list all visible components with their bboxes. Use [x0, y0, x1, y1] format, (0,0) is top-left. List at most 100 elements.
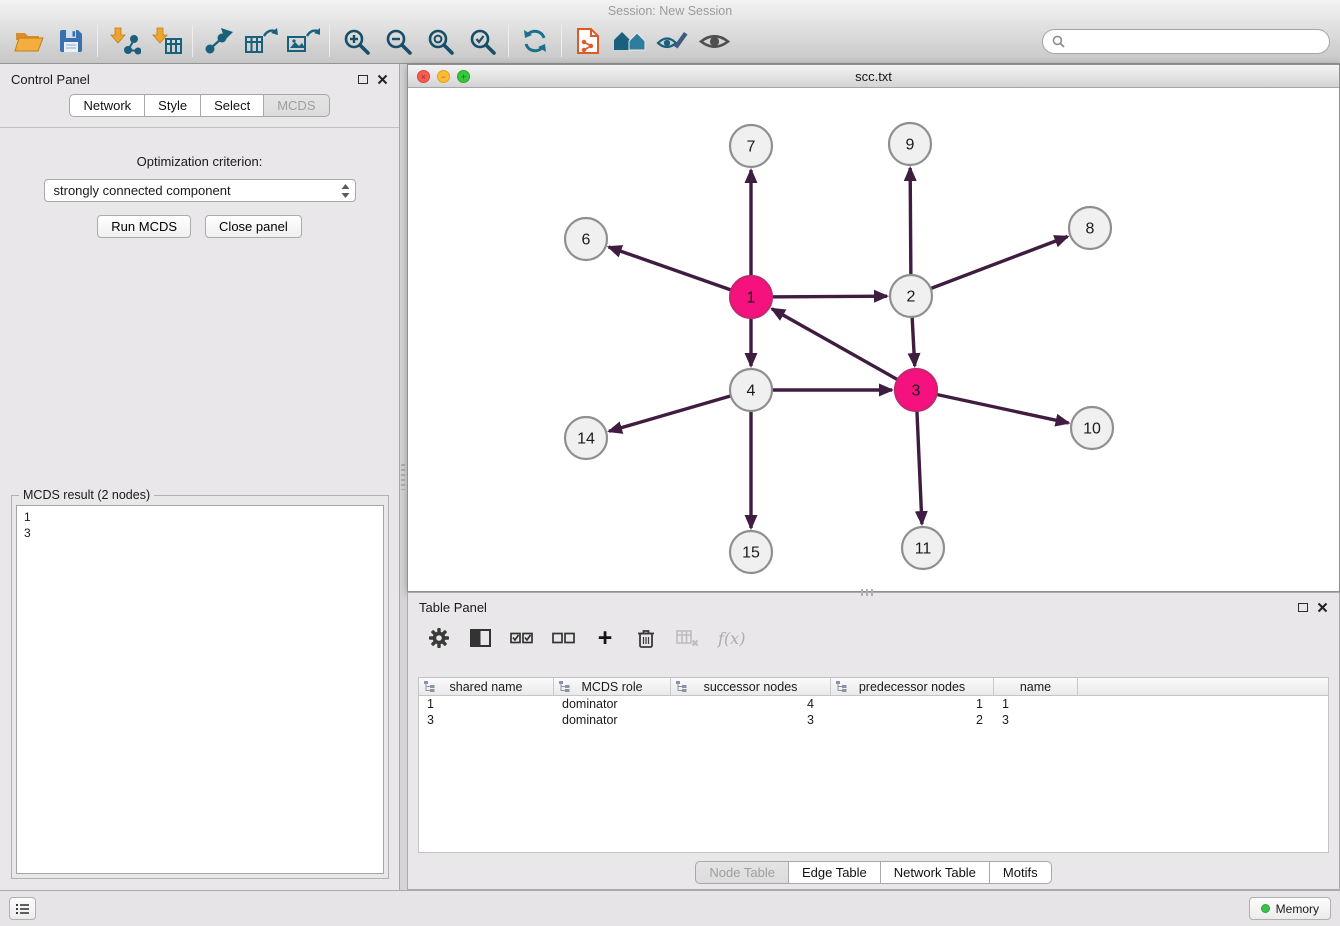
import-network-button[interactable] — [103, 23, 145, 59]
show-panels-button[interactable] — [9, 897, 36, 920]
tab-select[interactable]: Select — [200, 94, 264, 117]
refresh-view-button[interactable] — [514, 23, 556, 59]
cell-successor-nodes[interactable]: 3 — [671, 712, 831, 728]
column-header-successor-nodes[interactable]: successor nodes — [671, 678, 831, 695]
cell-predecessor-nodes[interactable]: 2 — [831, 712, 994, 728]
mcds-result-list[interactable]: 1 3 — [16, 505, 384, 874]
export-image-button[interactable] — [282, 23, 324, 59]
session-document-icon — [575, 27, 601, 55]
show-hide-button[interactable] — [693, 23, 735, 59]
close-panel-button[interactable]: Close panel — [205, 215, 302, 238]
close-table-panel-icon[interactable] — [1317, 602, 1328, 613]
delete-table-icon — [676, 629, 699, 647]
apply-function-button[interactable]: f(x) — [718, 626, 745, 650]
float-panel-icon[interactable] — [358, 75, 368, 84]
home-houses-icon — [613, 28, 647, 54]
criterion-dropdown[interactable]: strongly connected component — [44, 179, 356, 202]
graph-node-3[interactable]: 3 — [895, 369, 937, 411]
tab-motifs[interactable]: Motifs — [989, 861, 1052, 884]
cell-predecessor-nodes[interactable]: 1 — [831, 696, 994, 712]
network-graph[interactable]: 7 9 6 8 1 2 4 3 14 10 15 11 — [408, 88, 1339, 591]
select-all-rows-button[interactable] — [510, 626, 533, 650]
zoom-fit-button[interactable] — [419, 23, 461, 59]
gear-icon — [428, 627, 450, 649]
zoom-selected-button[interactable] — [461, 23, 503, 59]
svg-text:9: 9 — [906, 137, 915, 154]
graph-node-4[interactable]: 4 — [730, 369, 772, 411]
graph-edge-1-6[interactable] — [609, 247, 751, 297]
result-list-item[interactable]: 1 — [17, 509, 383, 525]
tab-network[interactable]: Network — [69, 94, 145, 117]
open-session-button[interactable] — [567, 23, 609, 59]
memory-button[interactable]: Memory — [1249, 897, 1331, 920]
graph-node-2[interactable]: 2 — [890, 275, 932, 317]
add-row-button[interactable]: + — [594, 626, 616, 650]
column-header-shared-name[interactable]: shared name — [419, 678, 554, 695]
split-table-view-button[interactable] — [469, 626, 491, 650]
graph-edge-3-10[interactable] — [916, 390, 1069, 423]
table-panel-splitter[interactable] — [861, 589, 875, 596]
open-folder-button[interactable] — [8, 23, 50, 59]
application-window: Session: New Session — [0, 0, 1340, 926]
trash-icon — [637, 628, 655, 649]
tab-network-table[interactable]: Network Table — [880, 861, 990, 884]
table-row[interactable]: 1 dominator 4 1 1 — [419, 696, 1328, 712]
minimize-window-button[interactable] — [437, 70, 450, 83]
cell-name[interactable]: 1 — [994, 696, 1078, 712]
graph-node-1[interactable]: 1 — [730, 276, 772, 318]
close-window-button[interactable] — [417, 70, 430, 83]
zoom-window-button[interactable] — [457, 70, 470, 83]
table-settings-button[interactable] — [428, 626, 450, 650]
table-panel: Table Panel — [407, 592, 1340, 890]
graph-edge-4-14[interactable] — [609, 390, 751, 431]
export-network-button[interactable] — [198, 23, 240, 59]
tab-mcds[interactable]: MCDS — [263, 94, 329, 117]
graph-node-6[interactable]: 6 — [565, 218, 607, 260]
cell-mcds-role[interactable]: dominator — [554, 696, 671, 712]
close-panel-icon[interactable] — [377, 74, 388, 85]
graph-node-10[interactable]: 10 — [1071, 407, 1113, 449]
search-field[interactable] — [1042, 29, 1330, 54]
column-header-predecessor-nodes[interactable]: predecessor nodes — [831, 678, 994, 695]
float-table-panel-icon[interactable] — [1298, 603, 1308, 612]
graph-node-7[interactable]: 7 — [730, 125, 772, 167]
svg-text:7: 7 — [747, 139, 756, 156]
tab-edge-table[interactable]: Edge Table — [788, 861, 881, 884]
cell-successor-nodes[interactable]: 4 — [671, 696, 831, 712]
network-window-titlebar[interactable]: scc.txt — [408, 65, 1339, 88]
graph-node-9[interactable]: 9 — [889, 123, 931, 165]
result-list-item[interactable]: 3 — [17, 525, 383, 541]
delete-rows-button[interactable] — [635, 626, 657, 650]
graph-node-8[interactable]: 8 — [1069, 207, 1111, 249]
column-header-mcds-role[interactable]: MCDS role — [554, 678, 671, 695]
tab-style[interactable]: Style — [144, 94, 201, 117]
splitter-grip[interactable] — [401, 464, 405, 490]
cell-name[interactable]: 3 — [994, 712, 1078, 728]
save-session-button[interactable] — [50, 23, 92, 59]
table-panel-tabs: Node Table Edge Table Network Table Moti… — [408, 861, 1339, 884]
delete-table-button[interactable] — [676, 626, 699, 650]
column-header-name[interactable]: name — [994, 678, 1078, 695]
panel-splitter[interactable] — [400, 64, 407, 890]
table-row[interactable]: 3 dominator 3 2 3 — [419, 712, 1328, 728]
graph-edge-3-1[interactable] — [772, 309, 916, 390]
deselect-all-rows-button[interactable] — [552, 626, 575, 650]
cell-mcds-role[interactable]: dominator — [554, 712, 671, 728]
network-canvas[interactable]: 7 9 6 8 1 2 4 3 14 10 15 11 — [408, 88, 1339, 591]
set-visual-style-button[interactable] — [651, 23, 693, 59]
graph-node-14[interactable]: 14 — [565, 417, 607, 459]
graph-node-11[interactable]: 11 — [902, 527, 944, 569]
graph-node-15[interactable]: 15 — [730, 531, 772, 573]
zoom-out-button[interactable] — [377, 23, 419, 59]
run-mcds-button[interactable]: Run MCDS — [97, 215, 191, 238]
graph-edge-2-8[interactable] — [911, 237, 1068, 296]
search-input[interactable] — [1070, 34, 1320, 48]
first-neighbors-button[interactable] — [609, 23, 651, 59]
tab-node-table[interactable]: Node Table — [695, 861, 789, 884]
export-table-button[interactable] — [240, 23, 282, 59]
cell-shared-name[interactable]: 3 — [419, 712, 554, 728]
import-table-button[interactable] — [145, 23, 187, 59]
style-eye-brush-icon — [656, 28, 688, 54]
zoom-in-button[interactable] — [335, 23, 377, 59]
cell-shared-name[interactable]: 1 — [419, 696, 554, 712]
